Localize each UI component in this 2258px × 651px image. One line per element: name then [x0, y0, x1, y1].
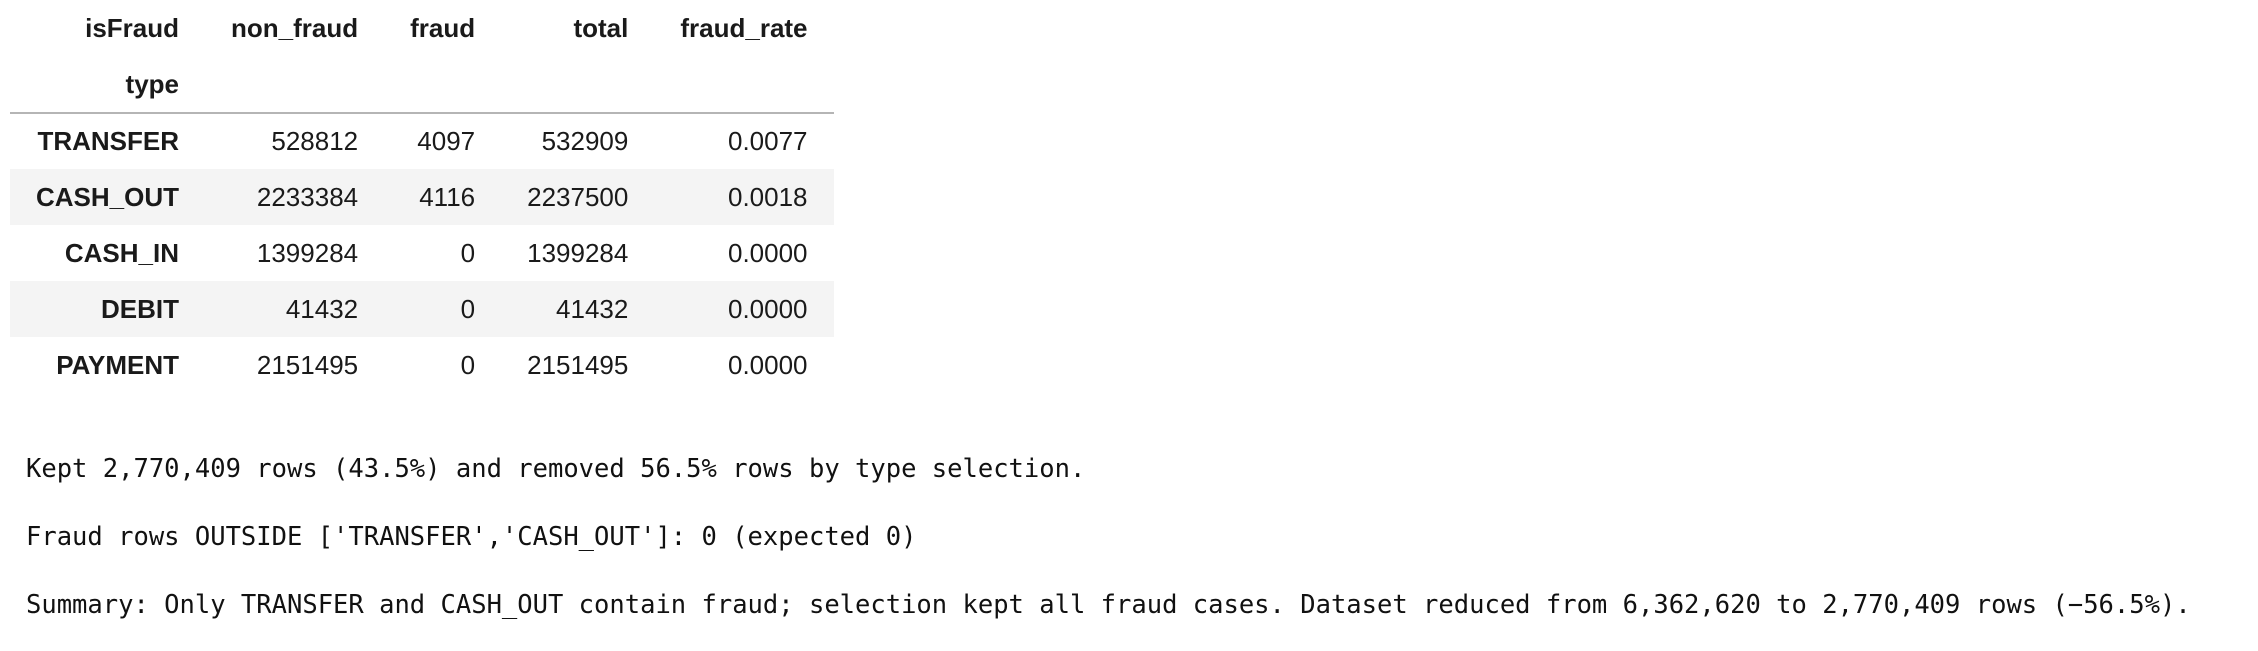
empty-header-cell — [654, 56, 833, 113]
column-header-fraud-rate: fraud_rate — [680, 12, 808, 43]
fraud-outside-check-message: Fraud rows OUTSIDE ['TRANSFER','CASH_OUT… — [26, 522, 917, 552]
column-header-non-fraud: non_fraud — [231, 12, 359, 43]
table-cell: 1399284 — [527, 237, 629, 268]
row-index-label: PAYMENT — [56, 349, 180, 380]
table-cell: 528812 — [271, 126, 359, 156]
table-cell: 2151495 — [527, 349, 629, 380]
table-cell: 0.0077 — [727, 126, 808, 156]
index-name-row: type — [10, 56, 834, 113]
table-row: CASH_OUT 2233384 4116 2237500 0.0018 — [10, 169, 834, 225]
table-header-row: isFraud non_fraud fraud total fraud_rate — [10, 0, 834, 56]
table-cell: 41432 — [556, 293, 629, 324]
row-index-label: DEBIT — [101, 293, 180, 324]
table-cell: 0 — [460, 237, 476, 268]
column-header-fraud: fraud — [410, 12, 476, 43]
table-row: PAYMENT 2151495 0 2151495 0.0000 — [10, 337, 834, 393]
table-cell: 4116 — [419, 181, 476, 212]
summary-message: Summary: Only TRANSFER and CASH_OUT cont… — [26, 590, 2191, 620]
table-cell: 0.0000 — [727, 237, 808, 268]
table-cell: 2233384 — [256, 181, 359, 212]
row-index-label: TRANSFER — [37, 126, 180, 156]
empty-header-cell — [384, 56, 501, 113]
table-cell: 1399284 — [256, 237, 359, 268]
row-index-label: CASH_IN — [64, 237, 180, 268]
kept-rows-message: Kept 2,770,409 rows (43.5%) and removed … — [26, 454, 1086, 484]
table-cell: 4097 — [417, 126, 476, 156]
table-cell: 2237500 — [527, 181, 629, 212]
table-cell: 41432 — [285, 293, 359, 324]
table-cell: 0 — [460, 293, 476, 324]
table-cell: 0.0000 — [727, 349, 808, 380]
columns-name-header: isFraud — [85, 12, 180, 43]
table-cell: 532909 — [541, 126, 629, 156]
table-row: DEBIT 41432 0 41432 0.0000 — [10, 281, 834, 337]
table-cell: 0 — [460, 349, 476, 380]
table-cell: 2151495 — [256, 349, 359, 380]
table-row: TRANSFER 528812 4097 532909 0.0077 — [10, 113, 834, 169]
empty-header-cell — [205, 56, 384, 113]
column-header-total: total — [573, 12, 629, 43]
fraud-summary-table: isFraud non_fraud fraud total fraud_rate… — [10, 0, 834, 393]
index-name-header: type — [125, 68, 180, 99]
cell-output-text: Kept 2,770,409 rows (43.5%) and removed … — [26, 447, 2191, 651]
row-index-label: CASH_OUT — [36, 181, 180, 212]
empty-header-cell — [501, 56, 654, 113]
table-row: CASH_IN 1399284 0 1399284 0.0000 — [10, 225, 834, 281]
table-cell: 0.0018 — [727, 181, 808, 212]
table-cell: 0.0000 — [727, 293, 808, 324]
